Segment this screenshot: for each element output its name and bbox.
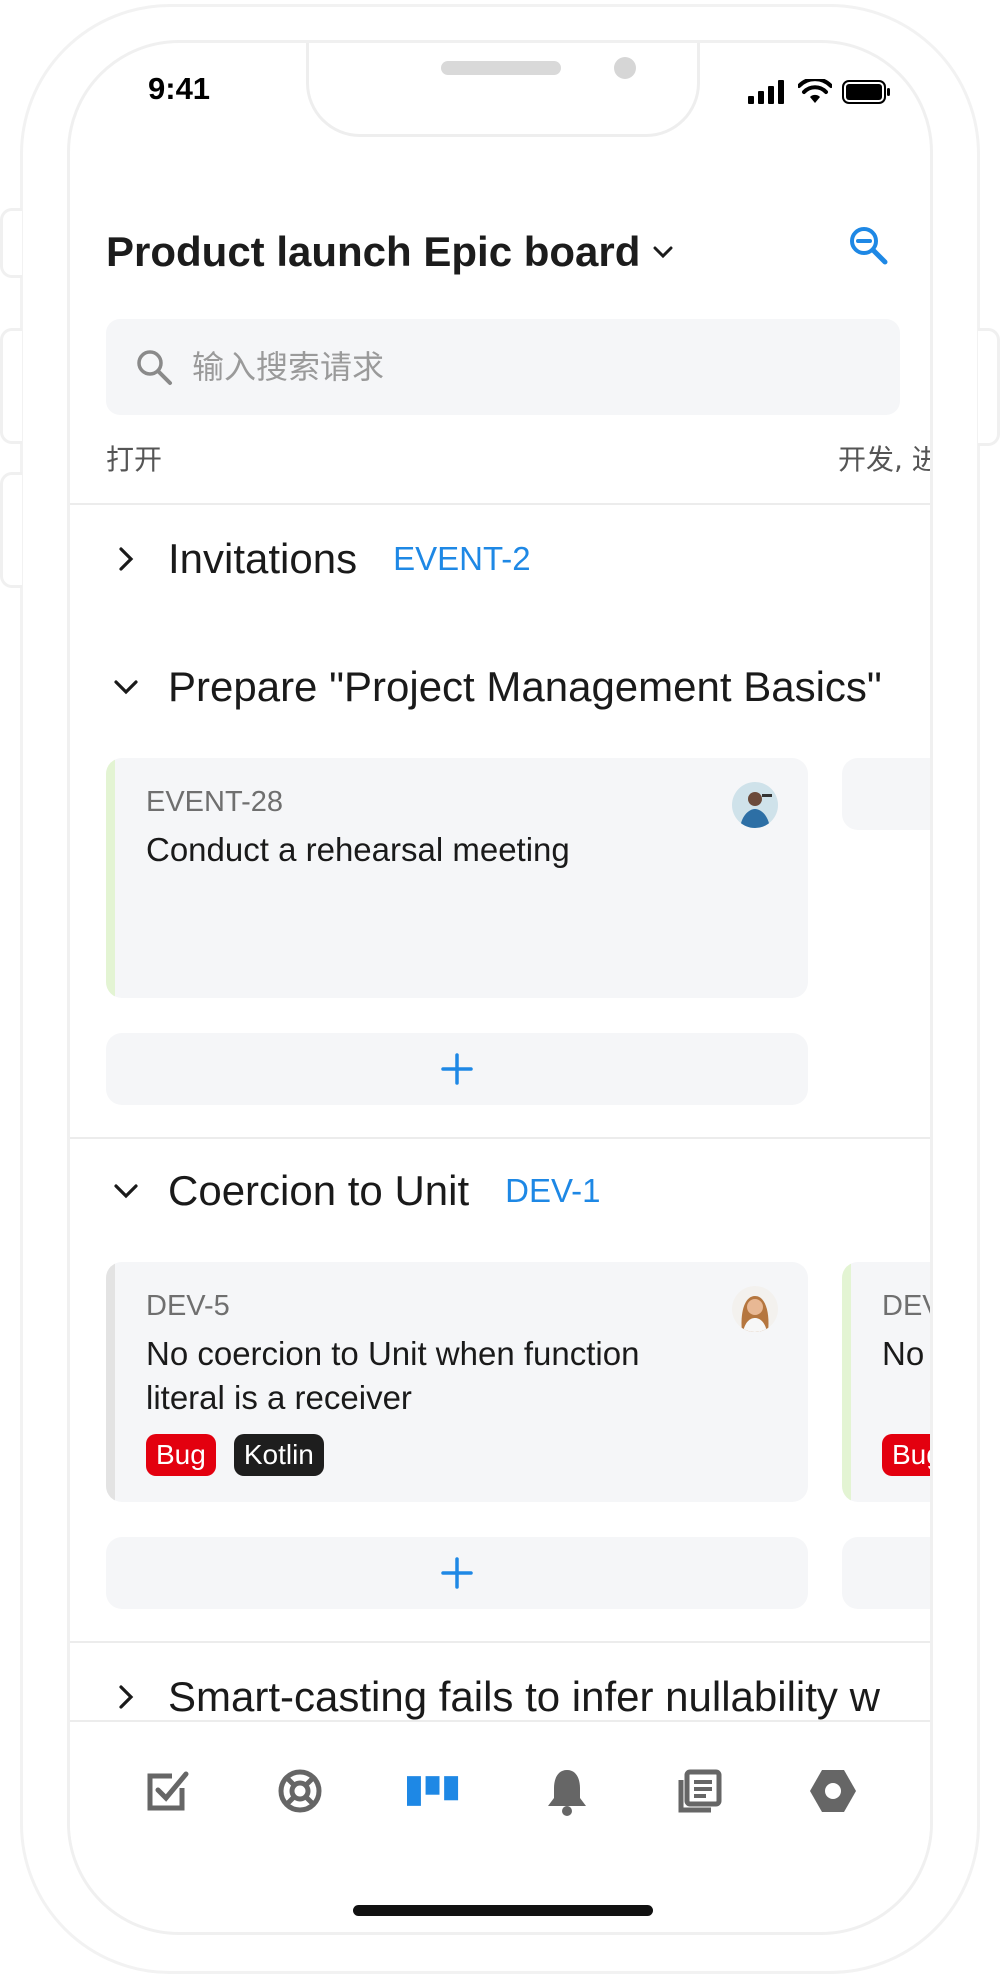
tag-bug[interactable]: Bug: [146, 1434, 216, 1476]
swimlane-key[interactable]: DEV-1: [505, 1172, 600, 1210]
nav-tasks[interactable]: [141, 1765, 193, 1817]
swimlane-header[interactable]: Invitations EVENT-2: [106, 535, 531, 583]
divider: [70, 1137, 930, 1139]
device-side-button: [0, 208, 22, 278]
plus-icon: [441, 1053, 473, 1085]
tag-bug[interactable]: Bug: [882, 1434, 930, 1476]
chevron-down-icon: [106, 1171, 146, 1211]
device-power-button: [978, 328, 1000, 446]
card-tags: Bug Kotlin: [146, 1434, 324, 1476]
swimlane-name: Invitations: [168, 535, 358, 582]
bottom-nav: [70, 1720, 930, 1860]
status-time: 9:41: [148, 71, 211, 106]
avatar: [732, 782, 778, 828]
column-header-dev[interactable]: 开发, 进: [838, 438, 930, 478]
articles-icon: [678, 1769, 722, 1813]
swimlane-header[interactable]: Smart-casting fails to infer nullability…: [106, 1673, 880, 1721]
tag-kotlin[interactable]: Kotlin: [233, 1434, 324, 1476]
divider: [70, 1641, 930, 1643]
bell-icon: [547, 1770, 586, 1816]
nav-settings[interactable]: [807, 1765, 859, 1817]
swimlane-name: Prepare "Project Management Basics": [168, 663, 882, 710]
hexagon-icon: [810, 1770, 857, 1812]
divider: [70, 503, 930, 505]
issue-card[interactable]: DEV-5 No coercion to Unit when function …: [106, 1262, 808, 1502]
column-headers: 打开 开发, 进: [106, 438, 930, 488]
camera: [614, 57, 636, 79]
nav-boards[interactable]: [407, 1765, 459, 1817]
add-card-button[interactable]: [106, 1033, 808, 1105]
device-volume-up: [0, 328, 22, 444]
battery-icon: [842, 80, 890, 104]
column-header-open[interactable]: 打开: [106, 438, 162, 478]
nav-articles[interactable]: [674, 1765, 726, 1817]
nav-notifications[interactable]: [541, 1765, 593, 1817]
checkbox-icon: [147, 1771, 189, 1811]
add-card-button-partial[interactable]: [842, 1537, 930, 1609]
issue-card[interactable]: EVENT-28 Conduct a rehearsal meeting: [106, 758, 808, 998]
swimlane-header[interactable]: Prepare "Project Management Basics": [106, 663, 882, 711]
issue-card-partial[interactable]: DEV No arg Bug: [842, 1262, 930, 1502]
swimlane-name: Smart-casting fails to infer nullability…: [168, 1673, 880, 1720]
card-status-bar: [106, 1262, 115, 1502]
card-status-bar: [842, 1262, 851, 1502]
card-title: No arg: [882, 1335, 930, 1372]
card-title: Conduct a rehearsal meeting: [146, 831, 570, 868]
plus-icon: [441, 1557, 473, 1589]
swimlane-header[interactable]: Coercion to Unit DEV-1: [106, 1167, 601, 1215]
home-indicator[interactable]: [353, 1905, 653, 1916]
screen: 9:41 Product launch Epic board 输入搜索请求 打开…: [67, 40, 933, 1935]
card-tags: Bug: [882, 1434, 930, 1476]
chevron-down-icon: [653, 246, 673, 259]
zoom-search-icon[interactable]: [846, 223, 890, 267]
search-icon: [137, 350, 172, 385]
card-title: No coercion to Unit when function litera…: [146, 1335, 640, 1416]
card-status-bar: [106, 758, 115, 998]
status-icons: [748, 79, 892, 105]
wifi-icon: [798, 79, 832, 103]
add-card-button[interactable]: [106, 1537, 808, 1609]
search-field[interactable]: [106, 319, 900, 415]
swimlane-key[interactable]: EVENT-2: [393, 540, 531, 578]
avatar: [732, 1286, 778, 1332]
chevron-right-icon: [106, 539, 146, 579]
speaker: [441, 61, 561, 75]
board-title[interactable]: Product launch Epic board: [106, 228, 674, 276]
device-volume-down: [0, 472, 22, 588]
swimlane-name: Coercion to Unit: [168, 1167, 470, 1214]
issue-card-partial[interactable]: [842, 758, 930, 830]
signal-icon: [748, 80, 784, 104]
nav-helpdesk[interactable]: [274, 1765, 326, 1817]
chevron-right-icon: [106, 1677, 146, 1717]
card-key: EVENT-28: [146, 786, 283, 818]
card-key: DEV: [882, 1290, 930, 1322]
board-icon: [407, 1776, 459, 1806]
lifebuoy-icon: [278, 1769, 322, 1813]
notch: [306, 43, 700, 137]
chevron-down-icon: [106, 667, 146, 707]
search-input[interactable]: [192, 348, 792, 386]
card-key: DEV-5: [146, 1290, 230, 1322]
board-title-text: Product launch Epic board: [106, 228, 641, 275]
